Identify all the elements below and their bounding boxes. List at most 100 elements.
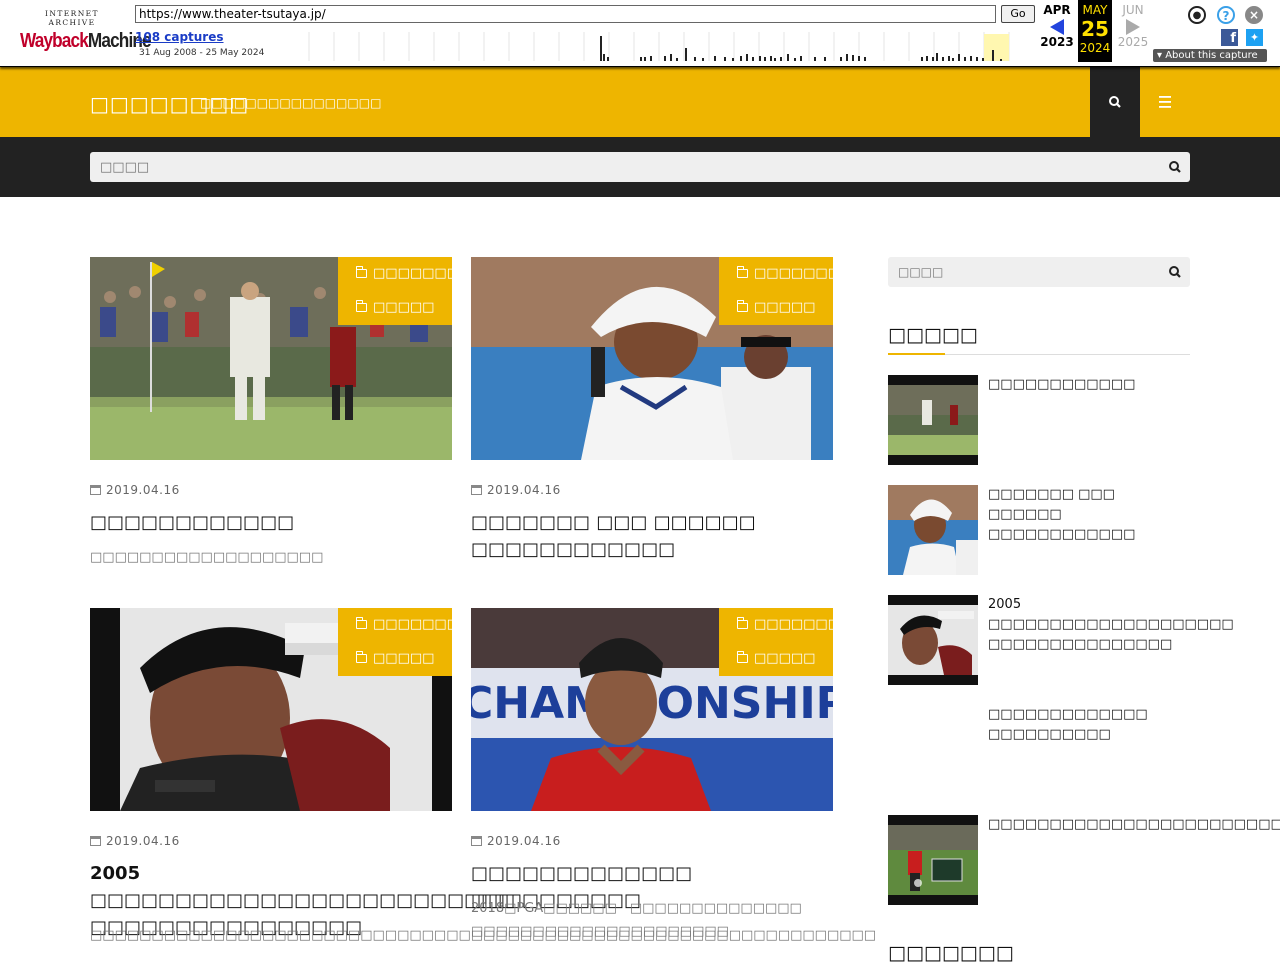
sidebar-post-title[interactable]: □□□□□□□□□□□□□□□□□□□□□□□□□□□□ bbox=[988, 815, 1280, 835]
sidebar-search-input[interactable] bbox=[888, 257, 1190, 287]
prev-arrow-icon[interactable] bbox=[1050, 19, 1064, 35]
category-tag[interactable]: □□□□□ bbox=[736, 651, 816, 666]
wayback-calendar-nav: APR 2023 MAY 25 2024 JUN 2025 bbox=[1040, 0, 1150, 62]
user-icon[interactable]: ● bbox=[1188, 6, 1206, 24]
folder-icon bbox=[355, 300, 367, 312]
help-icon[interactable]: ? bbox=[1217, 6, 1235, 24]
wayback-sparkline[interactable] bbox=[284, 32, 1036, 61]
golf-photo bbox=[888, 485, 978, 575]
sidebar-post-thumbnail[interactable] bbox=[888, 815, 978, 905]
facebook-icon[interactable]: f bbox=[1221, 29, 1238, 46]
article-title[interactable]: □□□□□□□ □□□ □□□□□□ □□□□□□□□□□□□ bbox=[471, 509, 833, 563]
wayback-logo-main: WaybackMachine bbox=[20, 30, 152, 53]
folder-icon bbox=[736, 651, 748, 663]
sidebar-post-title[interactable]: □□□□□□□□□□□□□ □□□□□□□□□□ bbox=[988, 705, 1190, 745]
category-label: □□□□□□□ bbox=[373, 617, 452, 632]
folder-icon bbox=[355, 266, 367, 278]
wayback-icon-group: ● ? × bbox=[1188, 6, 1268, 26]
sidebar-post-title[interactable]: □□□□□□□ □□□ □□□□□□ □□□□□□□□□□□□ bbox=[988, 485, 1190, 545]
wayback-logo-word1: Wayback bbox=[20, 30, 89, 52]
search-band-icon[interactable] bbox=[1167, 159, 1183, 175]
article-card[interactable]: CHAMPIONSHIP □□□□□□□ □□□□□ 2019.04.16 □□… bbox=[471, 608, 833, 939]
article-date: 2019.04.16 bbox=[471, 834, 561, 848]
wayback-prev-month[interactable]: APR 2023 bbox=[1040, 0, 1074, 62]
category-tags: □□□□□□□ □□□□□ bbox=[338, 608, 452, 676]
twitter-icon[interactable]: ✦ bbox=[1246, 29, 1263, 46]
header-menu-button[interactable] bbox=[1140, 67, 1190, 137]
article-title[interactable]: □□□□□□□□□□□□ bbox=[90, 509, 452, 536]
calendar-icon bbox=[90, 836, 101, 846]
next-arrow-icon[interactable] bbox=[1126, 19, 1140, 35]
article-thumbnail[interactable]: □□□□□□□ □□□□□ bbox=[90, 257, 452, 460]
sidebar-post-thumbnail[interactable] bbox=[888, 595, 978, 685]
article-card[interactable]: □□□□□□□ □□□□□ 2019.04.16 □□□□□□□ □□□ □□□… bbox=[471, 257, 833, 560]
folder-icon bbox=[736, 300, 748, 312]
current-month-label: MAY bbox=[1082, 3, 1108, 17]
article-thumbnail[interactable]: □□□□□□□ □□□□□ bbox=[90, 608, 452, 811]
article-date-text: 2019.04.16 bbox=[487, 834, 561, 848]
category-tag[interactable]: □□□□□□□ bbox=[736, 617, 833, 632]
article-date: 2019.04.16 bbox=[90, 483, 180, 497]
about-capture-button[interactable]: ▾ About this capture bbox=[1153, 49, 1267, 62]
category-tags: □□□□□□□ □□□□□ bbox=[719, 608, 833, 676]
wayback-next-month[interactable]: JUN 2025 bbox=[1116, 0, 1150, 62]
site-description: □□□□□□□□□□□□□□□□ bbox=[200, 96, 382, 110]
golf-photo bbox=[888, 815, 978, 905]
article-excerpt: 2018□PGA□□□□□□ □□□□□□□□□□□□□□ □□□□□□□□□□… bbox=[471, 901, 802, 939]
category-label: □□□□□ bbox=[373, 300, 435, 315]
wayback-current-month: MAY 25 2024 bbox=[1078, 0, 1112, 62]
search-icon bbox=[1109, 96, 1121, 108]
golf-photo bbox=[888, 375, 978, 465]
sidebar-post-title[interactable]: 2005 □□□□□□□□□□□□□□□□□□□□ □□□□□□□□□□□□□□… bbox=[988, 595, 1247, 655]
close-icon[interactable]: × bbox=[1245, 6, 1263, 24]
wayback-logo[interactable]: INTERNET ARCHIVE WaybackMachine bbox=[20, 9, 152, 53]
sidebar-post[interactable]: □□□□□□□□□□□□□□□□□□□□□□□□□□□□ bbox=[888, 815, 1280, 905]
article-card[interactable]: □□□□□□□ □□□□□ 2019.04.16 2005 □□□□□□□□□□… bbox=[90, 608, 876, 943]
category-tag[interactable]: □□□□□ bbox=[355, 651, 435, 666]
prev-month-label: APR bbox=[1043, 3, 1071, 17]
sidebar-post-thumbnail[interactable] bbox=[888, 705, 978, 795]
golf-photo bbox=[888, 595, 978, 685]
current-year-label: 2024 bbox=[1079, 41, 1111, 55]
folder-icon bbox=[736, 617, 748, 629]
article-thumbnail[interactable]: CHAMPIONSHIP □□□□□□□ □□□□□ bbox=[471, 608, 833, 811]
wayback-url-input[interactable]: https://www.theater-tsutaya.jp/ bbox=[135, 5, 996, 23]
header-search-input[interactable] bbox=[90, 152, 1190, 182]
category-tag[interactable]: □□□□□□□ bbox=[355, 266, 452, 281]
category-tag[interactable]: □□□□□ bbox=[736, 300, 816, 315]
wayback-captures-link[interactable]: 108 captures bbox=[135, 30, 224, 44]
article-date-text: 2019.04.16 bbox=[106, 483, 180, 497]
category-tag[interactable]: □□□□□□□ bbox=[355, 617, 452, 632]
article-date: 2019.04.16 bbox=[90, 834, 180, 848]
hamburger-icon bbox=[1159, 96, 1171, 108]
sidebar-post[interactable]: □□□□□□□ □□□ □□□□□□ □□□□□□□□□□□□ bbox=[888, 485, 1190, 575]
article-date-text: 2019.04.16 bbox=[106, 834, 180, 848]
category-tag[interactable]: □□□□□□□ bbox=[736, 266, 833, 281]
category-label: □□□□□ bbox=[373, 651, 435, 666]
sidebar-post[interactable]: 2005 □□□□□□□□□□□□□□□□□□□□ □□□□□□□□□□□□□□… bbox=[888, 595, 1247, 685]
article-thumbnail[interactable]: □□□□□□□ □□□□□ bbox=[471, 257, 833, 460]
wayback-go-button[interactable]: Go bbox=[1001, 5, 1035, 23]
sidebar-post-title[interactable]: □□□□□□□□□□□□ bbox=[988, 375, 1190, 395]
article-card[interactable]: □□□□□□□ □□□□□ 2019.04.16 □□□□□□□□□□□□ □□… bbox=[90, 257, 452, 565]
wayback-capture-range: 31 Aug 2008 - 25 May 2024 bbox=[139, 48, 265, 58]
sidebar-heading: □□□□□ bbox=[888, 324, 1190, 355]
folder-icon bbox=[736, 266, 748, 278]
sidebar-heading-underline bbox=[888, 353, 945, 355]
category-label: □□□□□ bbox=[754, 300, 816, 315]
sidebar-post[interactable]: □□□□□□□□□□□□ bbox=[888, 375, 1190, 465]
sidebar-search-icon[interactable] bbox=[1167, 264, 1183, 280]
sidebar-post[interactable]: □□□□□□□□□□□□□ □□□□□□□□□□ bbox=[888, 705, 1190, 795]
category-label: □□□□□ bbox=[754, 651, 816, 666]
header-search-button[interactable] bbox=[1090, 67, 1140, 137]
category-tags: □□□□□□□ □□□□□ bbox=[338, 257, 452, 325]
sidebar-post-thumbnail[interactable] bbox=[888, 485, 978, 575]
prev-year-label: 2023 bbox=[1040, 35, 1074, 49]
folder-icon bbox=[355, 617, 367, 629]
category-tag[interactable]: □□□□□ bbox=[355, 300, 435, 315]
calendar-icon bbox=[471, 836, 482, 846]
article-date: 2019.04.16 bbox=[471, 483, 561, 497]
category-tags: □□□□□□□ □□□□□ bbox=[719, 257, 833, 325]
sidebar-post-thumbnail[interactable] bbox=[888, 375, 978, 465]
article-date-text: 2019.04.16 bbox=[487, 483, 561, 497]
